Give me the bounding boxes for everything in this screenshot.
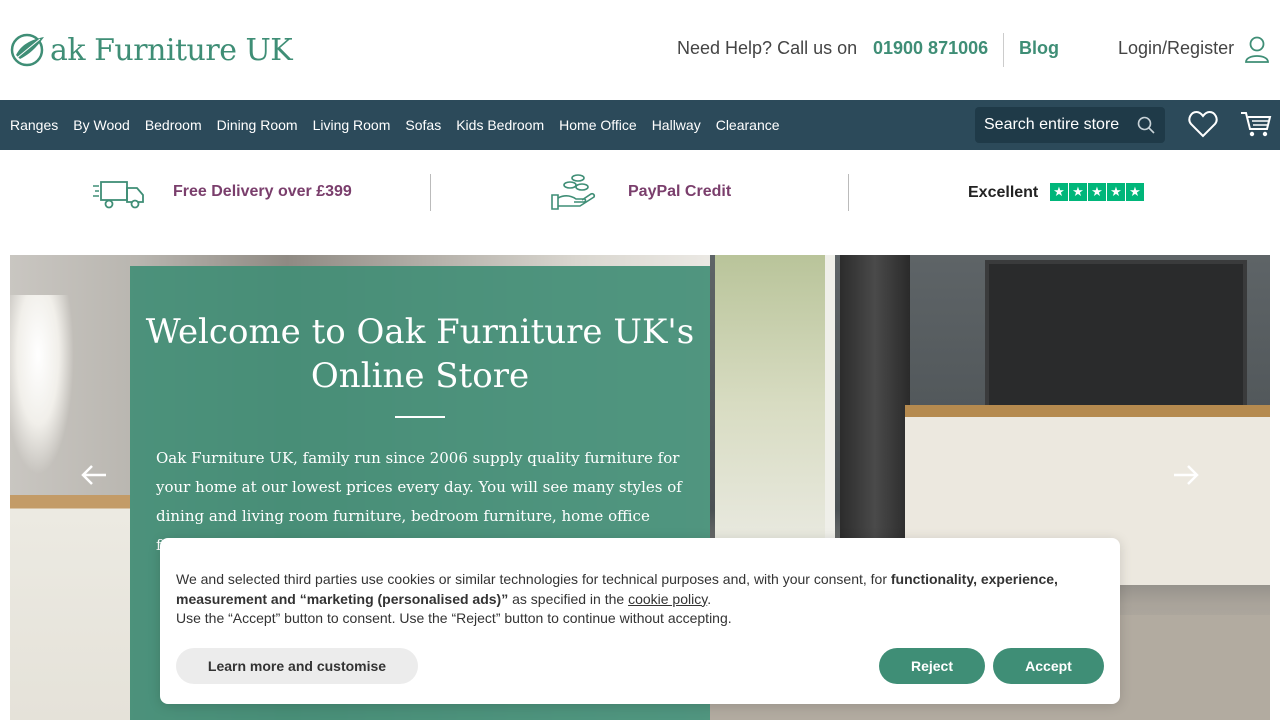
header-divider — [1003, 33, 1004, 67]
free-delivery-text[interactable]: Free Delivery over £399 — [173, 183, 352, 201]
coins-hand-icon — [551, 174, 596, 210]
hero-image-curtain — [840, 255, 910, 555]
search-icon[interactable] — [1137, 116, 1155, 134]
cookie-text: We and selected third parties use cookie… — [176, 570, 1106, 629]
cart-icon[interactable] — [1240, 110, 1272, 138]
blog-link[interactable]: Blog — [1019, 38, 1059, 59]
nav-item-clearance[interactable]: Clearance — [716, 117, 780, 133]
cookie-consent-banner: We and selected third parties use cookie… — [160, 538, 1120, 704]
star-icon: ★ — [1126, 183, 1144, 201]
user-icon[interactable] — [1244, 36, 1270, 64]
hero-image-flowers — [10, 295, 80, 495]
hero-image-tv — [985, 260, 1247, 418]
nav-menu: Ranges By Wood Bedroom Dining Room Livin… — [10, 100, 795, 150]
star-icon: ★ — [1050, 183, 1068, 201]
nav-item-hallway[interactable]: Hallway — [652, 117, 701, 133]
hero-title-line2: Online Store — [310, 356, 530, 396]
carousel-prev-arrow-icon[interactable] — [80, 463, 108, 487]
hero-rule — [395, 416, 445, 418]
logo-text: ak Furniture UK — [50, 32, 293, 68]
nav-item-dining-room[interactable]: Dining Room — [217, 117, 298, 133]
cookie-policy-link[interactable]: cookie policy — [628, 591, 707, 607]
search-input[interactable]: Search entire store — [984, 116, 1119, 134]
reject-button[interactable]: Reject — [879, 648, 985, 684]
site-header: ak Furniture UK Need Help? Call us on 01… — [0, 0, 1280, 100]
hero-title-line1: Welcome to Oak Furniture UK's — [145, 312, 695, 352]
cookie-text-line2: Use the “Accept” button to consent. Use … — [176, 610, 732, 626]
help-text: Need Help? Call us on — [677, 38, 858, 58]
paypal-credit-text[interactable]: PayPal Credit — [628, 183, 731, 201]
cookie-text-part2: as specified in the — [508, 590, 629, 607]
hero-image-window — [715, 255, 835, 555]
search-box[interactable]: Search entire store — [975, 107, 1165, 143]
hero-title: Welcome to Oak Furniture UK's Online Sto… — [130, 310, 710, 398]
nav-item-living-room[interactable]: Living Room — [313, 117, 391, 133]
site-logo[interactable]: ak Furniture UK — [10, 30, 293, 70]
cookie-text-part1: We and selected third parties use cookie… — [176, 571, 891, 587]
login-register-link[interactable]: Login/Register — [1118, 38, 1234, 59]
oak-leaf-logo-icon — [10, 33, 44, 67]
accept-button[interactable]: Accept — [993, 648, 1104, 684]
nav-item-home-office[interactable]: Home Office — [559, 117, 637, 133]
nav-item-bedroom[interactable]: Bedroom — [145, 117, 202, 133]
usp-divider — [430, 174, 431, 211]
phone-link[interactable]: 01900 871006 — [873, 38, 988, 59]
carousel-next-arrow-icon[interactable] — [1172, 463, 1200, 487]
usp-divider — [848, 174, 849, 211]
rating-label: Excellent — [968, 184, 1039, 201]
trustpilot-stars[interactable]: ★ ★ ★ ★ ★ — [1050, 183, 1145, 201]
wishlist-heart-icon[interactable] — [1188, 110, 1218, 138]
star-icon: ★ — [1088, 183, 1106, 201]
hero-image-table — [10, 495, 130, 720]
nav-item-by-wood[interactable]: By Wood — [73, 117, 130, 133]
star-icon: ★ — [1069, 183, 1087, 201]
delivery-truck-icon — [93, 181, 144, 209]
nav-item-sofas[interactable]: Sofas — [405, 117, 441, 133]
cookie-text-part3: . — [707, 590, 712, 607]
star-icon: ★ — [1107, 183, 1125, 201]
nav-item-ranges[interactable]: Ranges — [10, 117, 58, 133]
learn-more-button[interactable]: Learn more and customise — [176, 648, 418, 684]
nav-item-kids-bedroom[interactable]: Kids Bedroom — [456, 117, 544, 133]
